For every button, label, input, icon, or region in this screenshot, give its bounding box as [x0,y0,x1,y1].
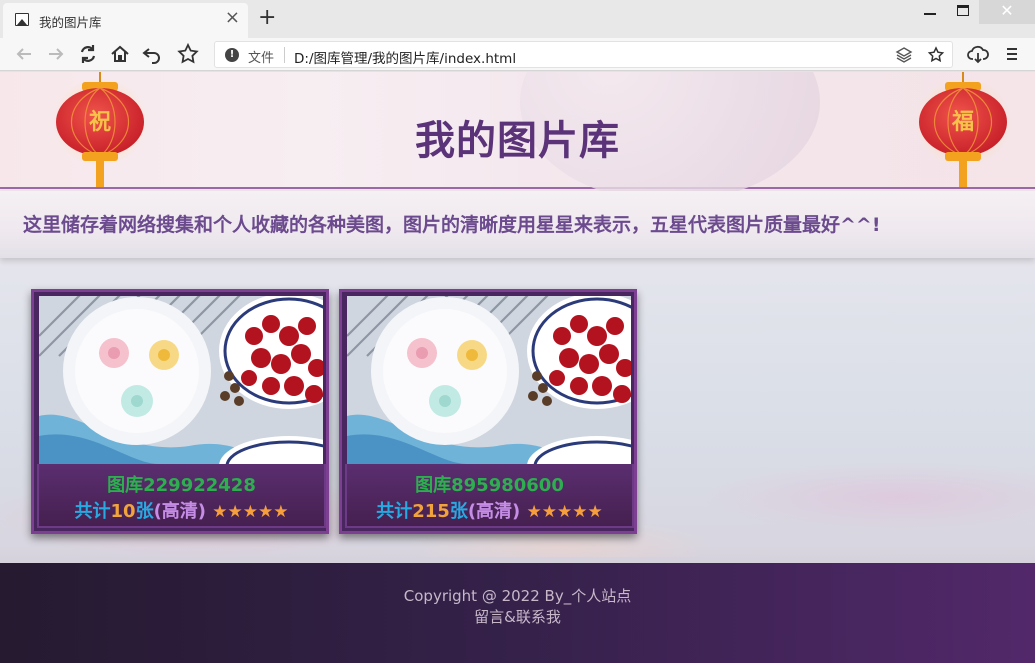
address-bar[interactable]: ! 文件 D:/图库管理/我的图片库/index.html [214,41,953,68]
gallery-name[interactable]: 图库229922428 [39,471,324,497]
download-icon[interactable] [966,42,990,66]
address-divider [284,47,285,63]
copyright-text: Copyright @ 2022 By_个人站点 [403,587,632,605]
undo-icon[interactable] [140,42,164,66]
image-icon [15,13,29,26]
intro-text: 这里储存着网络搜集和个人收藏的各种美图，图片的清晰度用星星来表示，五星代表图片质… [23,214,881,236]
intro-banner: 这里储存着网络搜集和个人收藏的各种美图，图片的清晰度用星星来表示，五星代表图片质… [0,191,1035,258]
lantern-right-char: 福 [951,110,974,135]
image-count: 215 [412,501,450,522]
gallery-name[interactable]: 图库895980600 [347,471,632,497]
gallery-info: 共计10张(高清) ★★★★★ [39,497,324,523]
quality-label: (高清) [153,501,207,522]
address-scheme: 文件 [248,51,275,66]
menu-icon[interactable] [1000,42,1024,66]
image-count: 10 [110,501,136,522]
close-tab-icon[interactable]: × [225,8,240,28]
gallery-card[interactable]: 图库895980600 共计215张(高清) ★★★★★ [339,289,637,534]
site-footer: Copyright @ 2022 By_个人站点 留言&联系我 [0,563,1035,663]
browser-titlebar: 我的图片库 × + ✕ [0,0,1035,38]
rating-stars: ★★★★★ [526,502,603,522]
count-unit: 张 [449,501,468,522]
gallery-caption: 图库229922428 共计10张(高清) ★★★★★ [37,464,326,528]
site-header: 祝 我的图片库 福 [0,72,1035,202]
gallery-thumbnail[interactable] [347,296,631,464]
gallery-thumbnail[interactable] [39,296,323,464]
tab-title: 我的图片库 [39,15,102,30]
info-icon[interactable]: ! [225,48,239,62]
count-unit: 张 [135,501,154,522]
quality-label: (高清) [467,501,521,522]
layers-icon[interactable] [895,46,913,64]
address-url[interactable]: D:/图库管理/我的图片库/index.html [294,47,516,67]
page-viewport: 祝 我的图片库 福 这里储存着网络搜集和个人收藏的各种美图，图片的清晰度用星星来… [0,72,1035,663]
lantern-right: 福 [915,72,1011,188]
gallery-info: 共计215张(高清) ★★★★★ [347,497,632,523]
count-prefix: 共计 [74,501,111,522]
back-icon[interactable] [12,42,36,66]
forward-icon[interactable] [44,42,68,66]
page-title: 我的图片库 [415,118,620,164]
refresh-icon[interactable] [76,42,100,66]
close-window-button[interactable]: ✕ [979,0,1035,24]
bookmark-star-icon[interactable] [927,46,945,64]
minimize-button[interactable] [913,0,947,24]
maximize-button[interactable] [946,0,980,24]
favorite-star-icon[interactable] [176,42,200,66]
gallery-card[interactable]: 图库229922428 共计10张(高清) ★★★★★ [31,289,329,534]
gallery-caption: 图库895980600 共计215张(高清) ★★★★★ [345,464,634,528]
home-icon[interactable] [108,42,132,66]
count-prefix: 共计 [376,501,413,522]
browser-tab[interactable]: 我的图片库 × [3,3,248,38]
contact-link[interactable]: 留言&联系我 [0,606,1035,627]
rating-stars: ★★★★★ [212,502,289,522]
new-tab-button[interactable]: + [258,6,276,30]
browser-toolbar: ! 文件 D:/图库管理/我的图片库/index.html [0,38,1035,71]
